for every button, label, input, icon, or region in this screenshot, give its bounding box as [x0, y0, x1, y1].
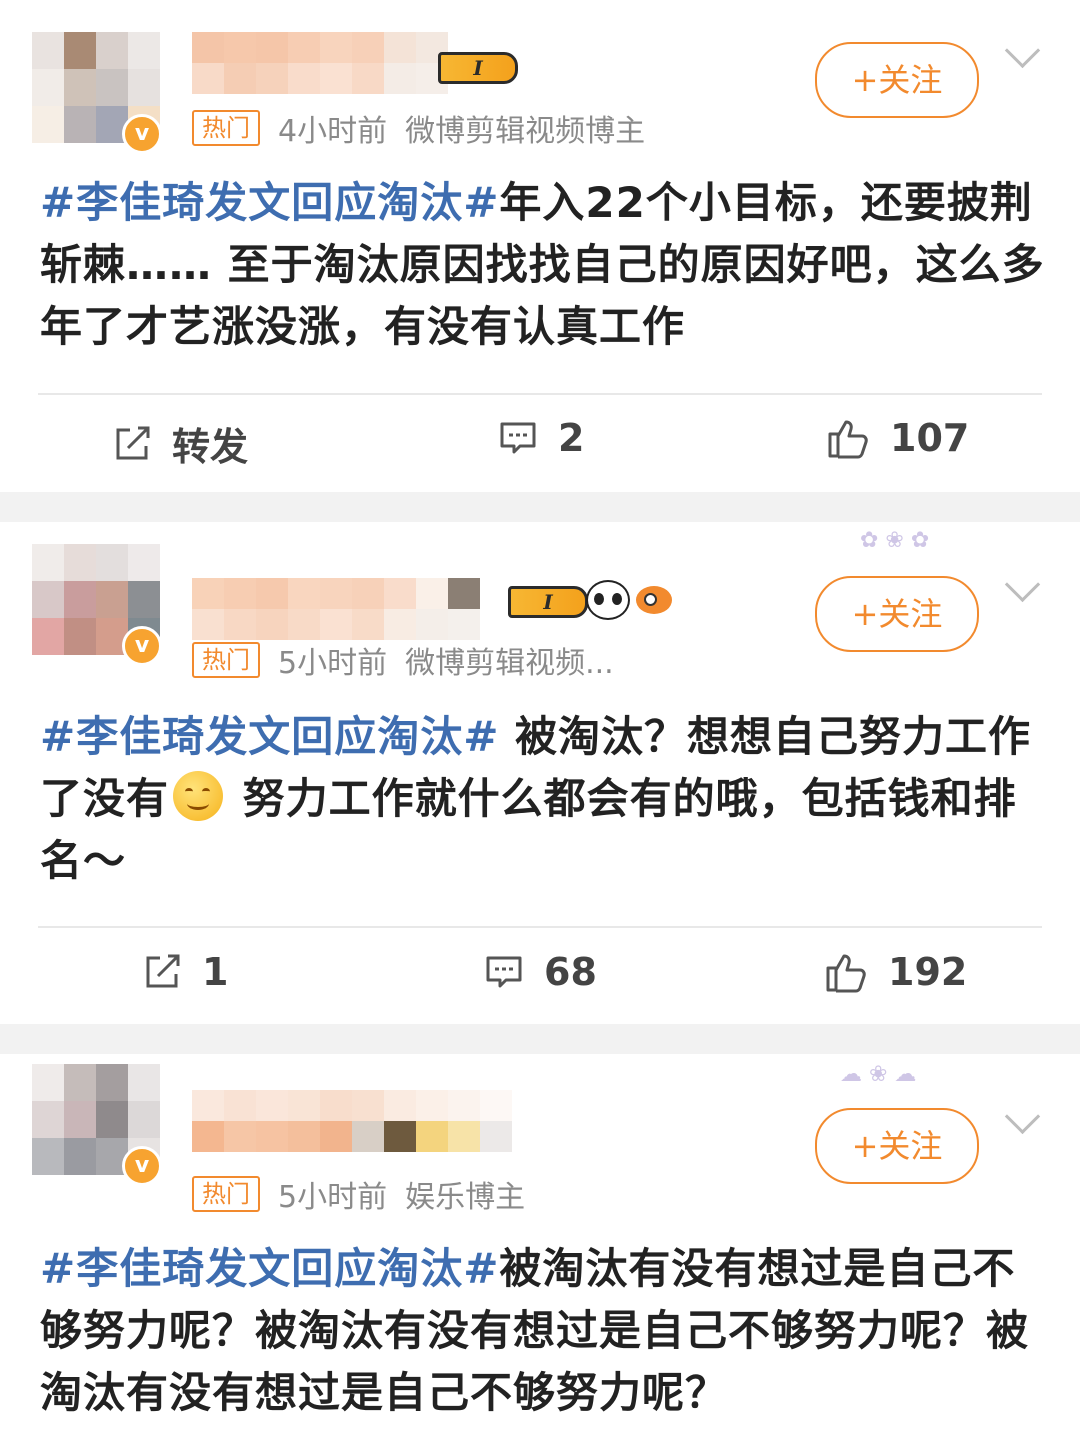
post-card-3: v ☁ ❀ ☁ 热门 5小时前 娱乐博主 +关注 #李佳琦发文回应淘汰#被淘汰有… [0, 1054, 1080, 1452]
post-meta: 热门 5小时前 微博剪辑视频... [192, 638, 614, 682]
hashtag-link[interactable]: #李佳琦发文回应淘汰# [40, 712, 499, 761]
divider [38, 393, 1042, 395]
level-badge: I [508, 586, 588, 618]
hot-badge: 热门 [192, 110, 260, 146]
smile-emoji-icon [173, 771, 224, 821]
post-meta: 热门 5小时前 娱乐博主 [192, 1172, 525, 1216]
panda-icon [586, 580, 630, 620]
hot-badge: 热门 [192, 642, 260, 678]
hashtag-link[interactable]: #李佳琦发文回应淘汰# [40, 178, 499, 227]
post-text: #李佳琦发文回应淘汰#被淘汰有没有想过是自己不够努力呢？被淘汰有没有想过是自己不… [40, 1238, 1045, 1424]
avatar[interactable]: v [32, 1064, 162, 1186]
avatar[interactable]: v [32, 32, 162, 154]
repost-icon [116, 426, 150, 459]
post-time: 5小时前 [278, 1180, 388, 1215]
avatar[interactable]: v [32, 544, 162, 666]
like-count: 192 [888, 950, 968, 994]
like-button[interactable]: 107 [826, 416, 969, 460]
hashtag-link[interactable]: #李佳琦发文回应淘汰# [40, 1244, 499, 1293]
chevron-down-icon[interactable] [1004, 566, 1041, 603]
repost-count: 1 [202, 950, 229, 994]
comment-button[interactable]: 2 [498, 416, 584, 460]
repost-button[interactable]: 1 [142, 950, 228, 994]
username-blurred[interactable] [192, 32, 448, 94]
repost-icon [146, 954, 180, 988]
follow-button[interactable]: +关注 [815, 42, 979, 118]
section-separator [0, 492, 1080, 522]
comment-count: 2 [558, 416, 585, 460]
comment-count: 68 [544, 950, 597, 994]
post-text: #李佳琦发文回应淘汰#年入22个小目标，还要披荆斩棘…… 至于淘汰原因找找自己的… [40, 172, 1045, 358]
post-meta: 热门 4小时前 微博剪辑视频博主 [192, 106, 645, 150]
comment-icon [500, 422, 536, 454]
follow-button[interactable]: +关注 [815, 1108, 979, 1184]
level-badge: I [438, 52, 518, 84]
author-role: 娱乐博主 [405, 1180, 526, 1215]
post-time: 5小时前 [278, 646, 388, 681]
comment-icon [486, 956, 522, 988]
thumbs-up-icon [828, 420, 868, 459]
post-time: 4小时前 [278, 114, 388, 149]
post-card-1: v I 热门 4小时前 微博剪辑视频博主 +关注 #李佳琦发文回应淘汰#年入22… [0, 0, 1080, 492]
chevron-down-icon[interactable] [1004, 32, 1041, 69]
like-count: 107 [890, 416, 970, 460]
comment-button[interactable]: 68 [484, 950, 597, 994]
thumbs-up-icon [826, 954, 866, 993]
repost-button[interactable]: 转发 [112, 416, 248, 471]
username-blurred[interactable] [192, 578, 480, 640]
pufferfish-icon [636, 586, 672, 614]
divider [38, 926, 1042, 928]
verified-v-icon: v [122, 1146, 162, 1186]
author-role: 微博剪辑视频... [405, 646, 614, 681]
post-card-2: v I ✿ ❀ ✿ 热门 5小时前 微博剪辑视频... +关注 #李佳琦发文回应… [0, 522, 1080, 1024]
bunny-decoration: ✿ ❀ ✿ [860, 528, 930, 553]
verified-v-icon: v [122, 626, 162, 666]
post-text: #李佳琦发文回应淘汰# 被淘汰？想想自己努力工作了没有 努力工作就什么都会有的哦… [40, 706, 1045, 892]
like-button[interactable]: 192 [824, 950, 967, 994]
follow-button[interactable]: +关注 [815, 576, 979, 652]
author-role: 微博剪辑视频博主 [405, 114, 646, 149]
section-separator [0, 1024, 1080, 1054]
sheep-decoration: ☁ ❀ ☁ [840, 1062, 917, 1087]
username-blurred[interactable] [192, 1090, 544, 1152]
chevron-down-icon[interactable] [1004, 1098, 1041, 1135]
hot-badge: 热门 [192, 1176, 260, 1212]
verified-v-icon: v [122, 114, 162, 154]
repost-label: 转发 [172, 425, 249, 469]
